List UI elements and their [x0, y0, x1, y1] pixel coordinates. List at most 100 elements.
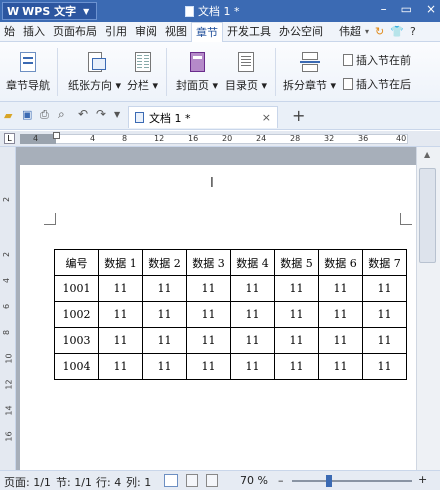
refresh-icon[interactable]: ↻ — [375, 25, 384, 38]
split-section-button[interactable]: 拆分章节 ▾ — [283, 50, 336, 93]
table-cell[interactable]: 11 — [274, 353, 319, 380]
table-cell[interactable]: 1002 — [54, 301, 99, 328]
table-header-cell[interactable]: 编号 — [54, 249, 99, 276]
undo-icon[interactable]: ↶ — [78, 107, 88, 121]
table-cell[interactable]: 11 — [230, 353, 275, 380]
section-nav-button[interactable]: 章节导航 — [6, 50, 50, 93]
zoom-slider-track[interactable] — [292, 480, 412, 482]
table-cell[interactable]: 11 — [142, 353, 187, 380]
redo-icon[interactable]: ↷ — [96, 107, 106, 121]
skin-icon[interactable]: 👕 — [390, 25, 404, 38]
menu-page-layout[interactable]: 页面布局 — [49, 22, 101, 42]
save-icon[interactable]: ▣ — [22, 108, 32, 121]
table-cell[interactable]: 11 — [98, 301, 143, 328]
quick-access-dropdown-icon[interactable]: ▼ — [114, 110, 120, 119]
table-cell[interactable]: 1001 — [54, 275, 99, 302]
zoom-out-button[interactable]: – — [278, 474, 284, 487]
zoom-in-button[interactable]: + — [418, 473, 427, 486]
toc-icon — [235, 50, 257, 74]
table-header-cell[interactable]: 数据 1 — [98, 249, 143, 276]
table-cell[interactable]: 11 — [318, 327, 363, 354]
zoom-level[interactable]: 70 % — [240, 474, 268, 487]
toc-page-button[interactable]: 目录页 ▾ — [225, 50, 267, 93]
table-cell[interactable]: 11 — [142, 327, 187, 354]
table-header-cell[interactable]: 数据 3 — [186, 249, 231, 276]
open-folder-icon[interactable]: ▰ — [4, 109, 12, 122]
tab-stop-selector[interactable]: L — [4, 133, 15, 144]
table-cell[interactable]: 1004 — [54, 353, 99, 380]
table-header-cell[interactable]: 数据 6 — [318, 249, 363, 276]
status-page[interactable]: 页面: 1/1 — [4, 474, 51, 490]
table-cell[interactable]: 11 — [230, 301, 275, 328]
minimize-button[interactable]: – — [381, 2, 387, 16]
table-cell[interactable]: 11 — [186, 327, 231, 354]
document-title: 文档 1 * — [185, 3, 240, 19]
tab-document-1[interactable]: 文档 1 * × — [128, 106, 278, 128]
table-cell[interactable]: 1003 — [54, 327, 99, 354]
paper-orientation-button[interactable]: 纸张方向 ▾ — [68, 50, 121, 93]
menu-developer[interactable]: 开发工具 — [223, 22, 275, 42]
menu-office-space[interactable]: 办公空间 — [275, 22, 327, 42]
table-cell[interactable]: 11 — [274, 327, 319, 354]
scroll-up-icon[interactable]: ▲ — [424, 150, 430, 159]
table-cell[interactable]: 11 — [230, 327, 275, 354]
table-cell[interactable]: 11 — [362, 275, 407, 302]
insert-section-before-button[interactable]: 插入节在前 — [343, 52, 411, 68]
indent-marker[interactable] — [53, 132, 60, 139]
cover-page-button[interactable]: 封面页 ▾ — [176, 50, 218, 93]
outline-view-icon[interactable] — [186, 474, 198, 487]
status-section[interactable]: 节: 1/1 — [56, 474, 92, 490]
table-cell[interactable]: 11 — [318, 275, 363, 302]
table-header-cell[interactable]: 数据 4 — [230, 249, 275, 276]
menu-insert[interactable]: 插入 — [19, 22, 49, 42]
table-cell[interactable]: 11 — [186, 301, 231, 328]
menu-start[interactable]: 始 — [0, 22, 19, 42]
table-cell[interactable]: 11 — [142, 301, 187, 328]
table-cell[interactable]: 11 — [362, 301, 407, 328]
menu-section[interactable]: 章节 — [191, 21, 223, 42]
table-row: 1004 11 11 11 11 11 11 11 — [54, 353, 407, 380]
user-dropdown-icon[interactable]: ▾ — [365, 27, 369, 36]
maximize-button[interactable]: ▭ — [401, 2, 412, 16]
split-section-icon — [299, 50, 321, 74]
page-view-icon[interactable] — [164, 474, 178, 487]
table-cell[interactable]: 11 — [98, 275, 143, 302]
new-tab-button[interactable]: + — [292, 106, 305, 125]
columns-button[interactable]: 分栏 ▾ — [127, 50, 158, 93]
table-cell[interactable]: 11 — [362, 327, 407, 354]
table-row: 1003 11 11 11 11 11 11 11 — [54, 327, 407, 354]
user-name[interactable]: 伟超 — [335, 22, 365, 42]
table-cell[interactable]: 11 — [98, 327, 143, 354]
insert-section-after-button[interactable]: 插入节在后 — [343, 76, 411, 92]
menu-review[interactable]: 审阅 — [131, 22, 161, 42]
chevron-down-icon: ▼ — [83, 6, 90, 16]
table-cell[interactable]: 11 — [274, 275, 319, 302]
document-icon — [135, 112, 144, 123]
web-view-icon[interactable] — [206, 474, 218, 487]
table-cell[interactable]: 11 — [230, 275, 275, 302]
app-menu-button[interactable]: W WPS 文字 ▼ — [2, 2, 97, 20]
table-cell[interactable]: 11 — [318, 301, 363, 328]
close-tab-icon[interactable]: × — [262, 111, 271, 124]
scrollbar-thumb[interactable] — [419, 168, 436, 263]
print-preview-icon[interactable]: ⌕ — [58, 107, 65, 122]
table-cell[interactable]: 11 — [362, 353, 407, 380]
table-header-cell[interactable]: 数据 5 — [274, 249, 319, 276]
status-bar: 页面: 1/1 节: 1/1 行: 4 列: 1 70 % – + — [0, 470, 440, 490]
table-cell[interactable]: 11 — [186, 275, 231, 302]
table-header-cell[interactable]: 数据 2 — [142, 249, 187, 276]
close-button[interactable]: × — [426, 2, 436, 16]
menu-references[interactable]: 引用 — [101, 22, 131, 42]
table-cell[interactable]: 11 — [98, 353, 143, 380]
text-cursor-icon: I — [210, 176, 214, 191]
zoom-slider-handle[interactable] — [326, 475, 332, 487]
menu-view[interactable]: 视图 — [161, 22, 191, 42]
table-header-cell[interactable]: 数据 7 — [362, 249, 407, 276]
table-cell[interactable]: 11 — [142, 275, 187, 302]
table-row: 1001 11 11 11 11 11 11 11 — [54, 275, 407, 302]
help-icon[interactable]: ? — [410, 25, 416, 38]
table-cell[interactable]: 11 — [274, 301, 319, 328]
print-icon[interactable]: ⎙ — [40, 108, 49, 122]
table-cell[interactable]: 11 — [186, 353, 231, 380]
table-cell[interactable]: 11 — [318, 353, 363, 380]
